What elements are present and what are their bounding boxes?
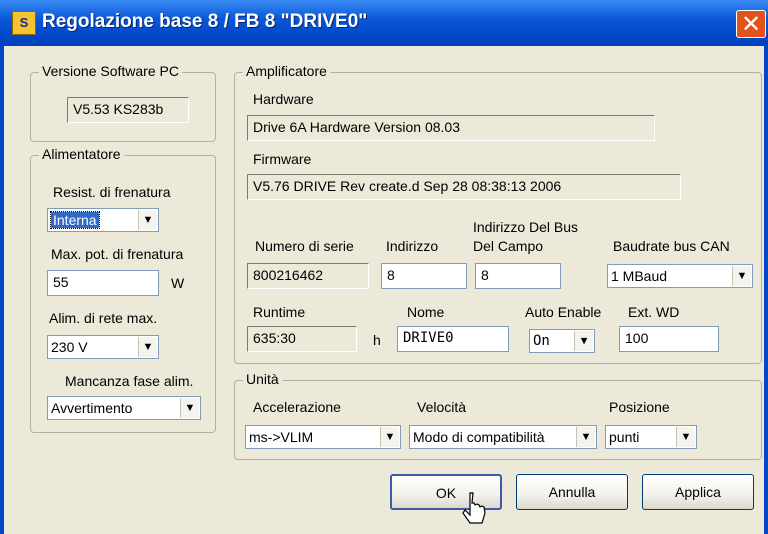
- chevron-down-icon[interactable]: ▼: [732, 266, 751, 286]
- hardware-field: Drive 6A Hardware Version 08.03: [247, 115, 655, 141]
- ext-wd-input[interactable]: 100: [619, 326, 719, 352]
- position-value: punti: [609, 429, 640, 445]
- window-frame-left: [0, 46, 4, 534]
- chevron-down-icon[interactable]: ▼: [574, 331, 593, 351]
- speed-value: Modo di compatibilità: [413, 429, 545, 445]
- alimentatore-legend: Alimentatore: [39, 146, 124, 162]
- can-baudrate-value: 1 MBaud: [611, 268, 668, 284]
- close-button[interactable]: ✕: [736, 10, 766, 38]
- chevron-down-icon[interactable]: ▼: [576, 427, 595, 447]
- software-version-group: Versione Software PC V5.53 KS283b: [30, 63, 216, 142]
- speed-label: Velocità: [417, 399, 467, 415]
- ext-wd-label: Ext. WD: [628, 304, 680, 320]
- unita-group: Unità Accelerazione Velocità Posizione m…: [234, 371, 762, 460]
- window-title: Regolazione base 8 / FB 8 "DRIVE0": [42, 11, 368, 32]
- fieldbus-address-label-2: Del Campo: [473, 238, 544, 254]
- apply-button[interactable]: Applica: [642, 474, 754, 510]
- chevron-down-icon[interactable]: ▼: [138, 210, 157, 230]
- chevron-down-icon[interactable]: ▼: [138, 337, 157, 357]
- acceleration-label: Accelerazione: [253, 399, 341, 415]
- can-baudrate-label: Baudrate bus CAN: [613, 238, 730, 254]
- amplificatore-group: Amplificatore Hardware Drive 6A Hardware…: [234, 63, 762, 364]
- auto-enable-label: Auto Enable: [525, 304, 602, 320]
- runtime-unit: h: [373, 332, 381, 348]
- address-input[interactable]: 8: [381, 263, 467, 289]
- window-frame-right: [764, 46, 768, 534]
- firmware-field: V5.76 DRIVE Rev create.d Sep 28 08:38:13…: [247, 174, 681, 200]
- max-brake-power-label: Max. pot. di frenatura: [51, 246, 184, 262]
- mains-voltage-select[interactable]: 230 V ▼: [47, 335, 159, 359]
- chevron-down-icon[interactable]: ▼: [676, 427, 695, 447]
- phase-loss-select[interactable]: Avvertimento ▼: [47, 396, 201, 420]
- address-label: Indirizzo: [386, 238, 439, 254]
- chevron-down-icon[interactable]: ▼: [380, 427, 399, 447]
- name-label: Nome: [407, 304, 445, 320]
- cancel-button[interactable]: Annulla: [516, 474, 628, 510]
- speed-select[interactable]: Modo di compatibilità ▼: [409, 425, 597, 449]
- auto-enable-value: On: [533, 333, 550, 349]
- software-version-field: V5.53 KS283b: [67, 97, 189, 123]
- max-brake-power-unit: W: [171, 275, 185, 291]
- mouse-pointer-icon: [462, 492, 486, 524]
- mains-voltage-value: 230 V: [51, 339, 88, 355]
- serial-number-field: 800216462: [247, 263, 369, 289]
- phase-loss-label: Mancanza fase alim.: [65, 373, 194, 389]
- fieldbus-address-label-1: Indirizzo Del Bus: [473, 219, 579, 235]
- name-input[interactable]: DRIVE0: [397, 326, 509, 352]
- max-brake-power-input[interactable]: 55: [47, 270, 159, 296]
- can-baudrate-select[interactable]: 1 MBaud ▼: [607, 264, 753, 288]
- alimentatore-group: Alimentatore Resist. di frenatura Intern…: [30, 146, 216, 433]
- phase-loss-value: Avvertimento: [51, 400, 133, 416]
- position-label: Posizione: [609, 399, 670, 415]
- chevron-down-icon[interactable]: ▼: [180, 398, 199, 418]
- brake-resistor-select[interactable]: Interna ▼: [47, 208, 159, 232]
- app-icon: S: [12, 11, 36, 35]
- brake-resistor-value: Interna: [50, 211, 100, 229]
- position-select[interactable]: punti ▼: [605, 425, 697, 449]
- runtime-field: 635:30: [247, 326, 357, 352]
- title-bar[interactable]: S Regolazione base 8 / FB 8 "DRIVE0" ✕: [0, 0, 768, 46]
- brake-resistor-label: Resist. di frenatura: [53, 184, 171, 200]
- amplificatore-legend: Amplificatore: [243, 63, 330, 79]
- auto-enable-select[interactable]: On ▼: [529, 329, 595, 353]
- dialog-window: S Regolazione base 8 / FB 8 "DRIVE0" ✕ V…: [0, 0, 768, 534]
- fieldbus-address-input[interactable]: 8: [475, 263, 561, 289]
- unita-legend: Unità: [243, 371, 282, 387]
- acceleration-select[interactable]: ms->VLIM ▼: [245, 425, 401, 449]
- hardware-label: Hardware: [253, 91, 314, 107]
- software-version-legend: Versione Software PC: [39, 63, 182, 79]
- acceleration-value: ms->VLIM: [249, 429, 314, 445]
- runtime-label: Runtime: [253, 304, 306, 320]
- firmware-label: Firmware: [253, 151, 312, 167]
- mains-voltage-label: Alim. di rete max.: [49, 310, 158, 326]
- serial-number-label: Numero di serie: [255, 238, 354, 254]
